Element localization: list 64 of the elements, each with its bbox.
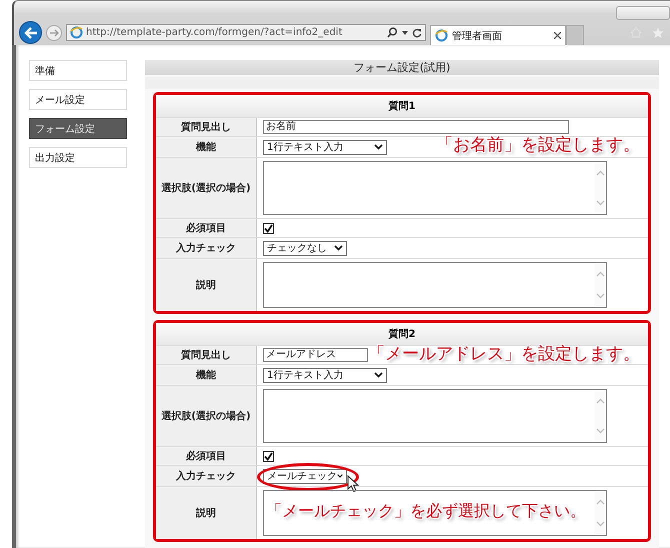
sidebar-item[interactable]: メール設定 xyxy=(29,89,127,110)
field-label: 必須項目 xyxy=(156,219,257,237)
callout-text: 「メールアドレス」を設定します。 xyxy=(368,343,640,365)
text-field[interactable]: メールアドレス xyxy=(263,348,368,362)
field-label: 機能 xyxy=(156,365,257,385)
page-title: フォーム設定(試用) xyxy=(145,60,659,75)
search-icon xyxy=(387,27,398,38)
callout-text: 「お名前」を設定します。 xyxy=(436,134,640,156)
field-label: 説明 xyxy=(156,487,257,539)
browser-logo-icon xyxy=(435,29,448,42)
scroll-up-icon xyxy=(596,499,604,505)
field-label: 入力チェック xyxy=(156,238,257,258)
close-icon xyxy=(554,32,561,39)
text-area[interactable] xyxy=(263,490,607,536)
forward-button[interactable] xyxy=(46,24,62,40)
star-icon xyxy=(652,26,664,38)
browser-tab[interactable]: 管理者画面 xyxy=(430,25,566,45)
window-controls[interactable] xyxy=(616,6,670,20)
dropdown[interactable]: メールチェック xyxy=(263,468,347,484)
sidebar-item[interactable]: 準備 xyxy=(29,60,127,81)
caret-icon xyxy=(402,30,408,34)
checkbox[interactable] xyxy=(263,222,274,234)
scroll-down-icon xyxy=(596,293,604,299)
checkbox[interactable] xyxy=(263,450,274,462)
field-label: 説明 xyxy=(156,259,257,311)
field-label: 質問見出し xyxy=(156,118,257,136)
field-label: 機能 xyxy=(156,137,257,157)
browser-logo-icon xyxy=(70,26,83,39)
tab-title: 管理者画面 xyxy=(452,30,503,42)
scroll-down-icon xyxy=(596,200,604,206)
field-label: 質問見出し xyxy=(156,346,257,364)
address-bar[interactable]: http://template-party.com/formgen/?act=info2_edit xyxy=(66,24,426,41)
field-label: 必須項目 xyxy=(156,447,257,465)
back-button[interactable] xyxy=(19,21,42,44)
left-arrow-icon xyxy=(24,26,38,38)
callout-text: 「メールチェック」を必ず選択して下さい。 xyxy=(266,501,586,522)
sidebar-item[interactable]: 出力設定 xyxy=(29,147,127,168)
url-text: http://template-party.com/formgen/?act=info2_edit xyxy=(86,27,344,38)
field-label: 入力チェック xyxy=(156,466,257,486)
question-heading: 質問2 xyxy=(156,323,648,346)
dropdown[interactable]: チェックなし xyxy=(263,240,347,256)
scroll-down-icon xyxy=(596,521,604,527)
scroll-up-icon xyxy=(596,398,604,404)
text-area[interactable] xyxy=(263,161,607,215)
scroll-up-icon xyxy=(596,271,604,277)
question-heading: 質問1 xyxy=(156,95,648,118)
field-label: 選択肢(選択の場合) xyxy=(156,158,257,218)
dropdown[interactable]: 1行テキスト入力 xyxy=(263,140,387,154)
scroll-up-icon xyxy=(596,170,604,176)
chevron-icon xyxy=(334,245,343,251)
right-arrow-icon xyxy=(49,28,59,36)
chevron-icon xyxy=(337,473,343,479)
refresh-icon xyxy=(412,28,422,38)
field-label: 選択肢(選択の場合) xyxy=(156,386,257,446)
sidebar-item[interactable]: フォーム設定 xyxy=(29,118,127,139)
text-field[interactable]: お名前 xyxy=(263,120,569,134)
chevron-icon xyxy=(374,144,383,150)
scroll-down-icon xyxy=(596,428,604,434)
dropdown[interactable]: 1行テキスト入力 xyxy=(263,368,387,382)
check-icon xyxy=(264,452,273,460)
text-area[interactable] xyxy=(263,389,607,443)
check-icon xyxy=(264,224,273,232)
text-area[interactable] xyxy=(263,262,607,308)
chevron-icon xyxy=(374,372,383,378)
